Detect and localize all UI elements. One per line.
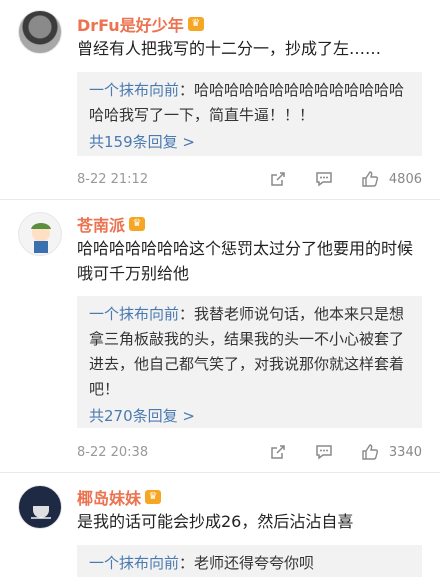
comment-footer: 8-22 21:12 4806 <box>77 167 422 191</box>
username-label[interactable]: 苍南派 <box>77 212 125 236</box>
reply-count-link[interactable]: 共270条回复 > <box>89 404 412 429</box>
crown-icon: ♛ <box>145 490 162 504</box>
comment-icon[interactable] <box>311 444 337 460</box>
reply-box[interactable]: 一个抹布向前：哈哈哈哈哈哈哈哈哈哈哈哈哈哈哈哈我写了一下，简直牛逼！！！ 共15… <box>77 72 422 156</box>
comment-text: 是我的话可能会抄成26，然后沾沾自喜 <box>77 512 354 531</box>
avatar[interactable] <box>18 485 62 529</box>
username[interactable]: 苍南派 ♛ <box>77 212 146 236</box>
username-label[interactable]: 椰岛妹妹 <box>77 485 141 509</box>
timestamp: 8-22 21:12 <box>77 171 149 187</box>
comment-text: 曾经有人把我写的十二分一，抄成了左…… <box>77 39 382 58</box>
avatar[interactable] <box>18 10 62 54</box>
crown-icon: ♛ <box>187 17 204 31</box>
timestamp: 8-22 20:38 <box>77 444 149 460</box>
comment-text: 哈哈哈哈哈哈哈这个惩罚太过分了他要用的时候 哦可千万别给他 <box>77 239 414 283</box>
thumbs-up-icon[interactable] <box>357 170 383 188</box>
like-count: 4806 <box>388 171 422 187</box>
thumbs-up-icon[interactable] <box>357 443 383 461</box>
crown-icon: ♛ <box>129 217 146 231</box>
reply-author[interactable]: 一个抹布向前 <box>89 305 179 323</box>
reply-author[interactable]: 一个抹布向前 <box>89 81 179 99</box>
reply-author[interactable]: 一个抹布向前 <box>89 554 179 572</box>
comment-item: 苍南派 ♛ 哈哈哈哈哈哈哈这个惩罚太过分了他要用的时候 哦可千万别给他 一个抹布… <box>0 200 440 472</box>
share-icon[interactable] <box>265 444 291 460</box>
avatar[interactable] <box>18 212 62 256</box>
share-icon[interactable] <box>265 171 291 187</box>
comment-item: DrFu是好少年 ♛ 曾经有人把我写的十二分一，抄成了左…… 一个抹布向前：哈哈… <box>0 0 440 200</box>
reply-box[interactable]: 一个抹布向前：老师还得夸夸你呗 <box>77 545 422 577</box>
username[interactable]: DrFu是好少年 ♛ <box>77 12 204 36</box>
comment-item: 椰岛妹妹 ♛ 是我的话可能会抄成26，然后沾沾自喜 一个抹布向前：老师还得夸夸你… <box>0 473 440 577</box>
comment-icon[interactable] <box>311 171 337 187</box>
reply-count-link[interactable]: 共159条回复 > <box>89 130 412 155</box>
reply-content: ：老师还得夸夸你呗 <box>179 554 315 572</box>
reply-box[interactable]: 一个抹布向前：我替老师说句话，他本来只是想拿三角板敲我的头，结果我的头一不小心被… <box>77 296 422 428</box>
comment-footer: 8-22 20:38 3340 <box>77 440 422 464</box>
username[interactable]: 椰岛妹妹 ♛ <box>77 485 162 509</box>
like-count: 3340 <box>388 444 422 460</box>
username-label[interactable]: DrFu是好少年 <box>77 12 184 36</box>
